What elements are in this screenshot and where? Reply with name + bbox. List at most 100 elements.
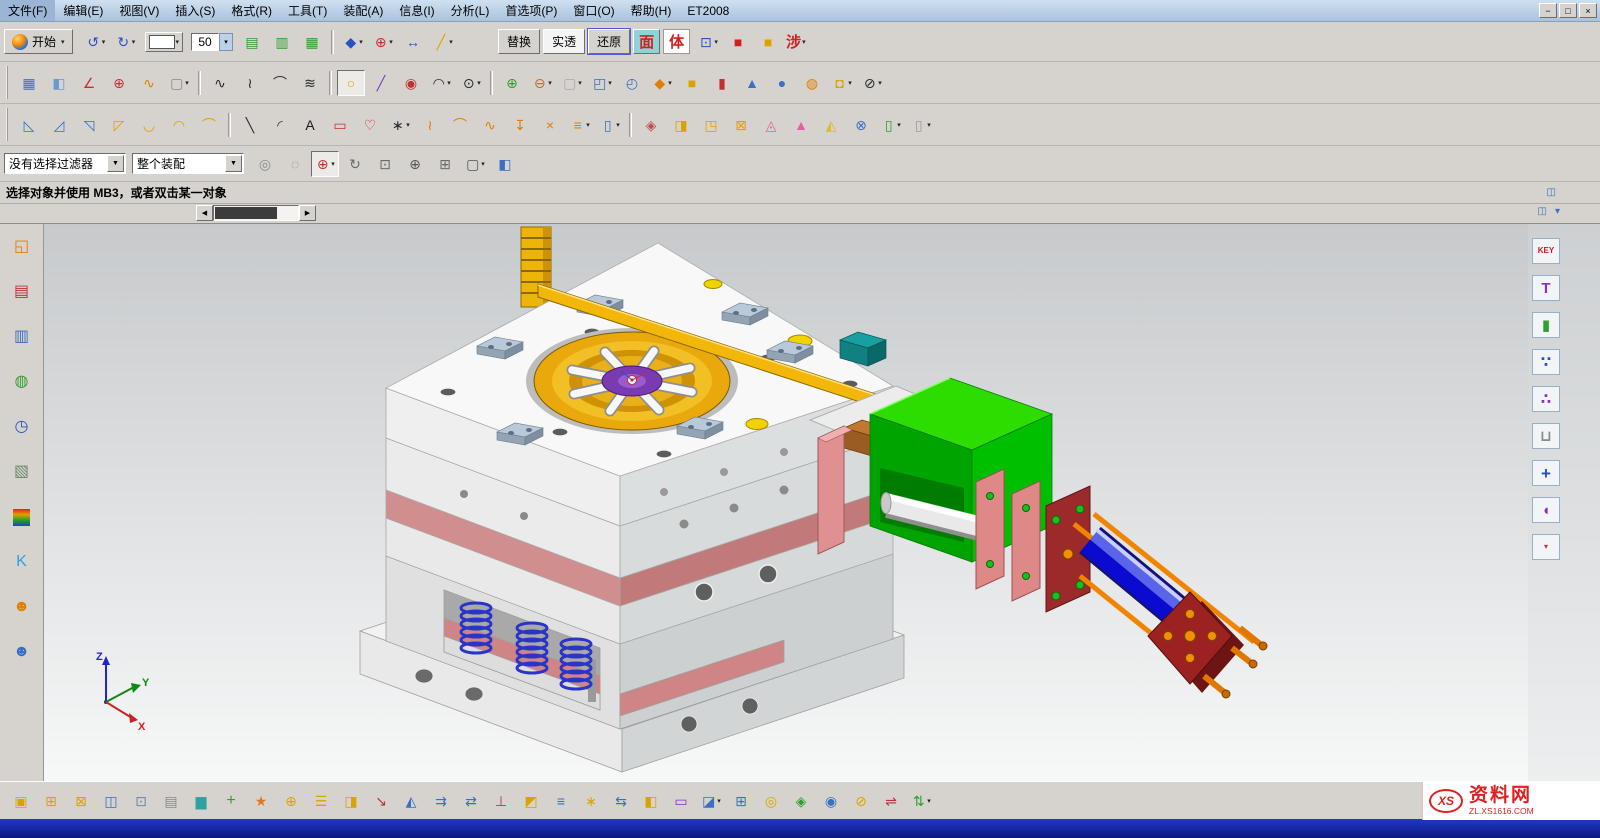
dropdown-caret[interactable]: ▾ [927, 121, 931, 129]
scroll-thumb[interactable] [215, 207, 277, 219]
palette-icon[interactable] [6, 502, 38, 532]
snap-point-icon[interactable]: ⊕▾ [311, 151, 339, 177]
no-entry-icon[interactable]: ⊘ [847, 787, 875, 815]
dropdown-caret[interactable]: ▾ [578, 79, 582, 87]
component-set-icon[interactable]: ⊠ [67, 787, 95, 815]
menu-item[interactable]: 工具(T) [280, 0, 335, 21]
datum-csys-icon[interactable]: ⊕▾ [369, 29, 397, 55]
project-curve-icon[interactable]: ↧ [506, 112, 534, 138]
tooling-icon[interactable]: T [1532, 275, 1560, 301]
dropdown-caret[interactable]: ▾ [927, 797, 931, 805]
spline-icon[interactable]: ∿ [206, 70, 234, 96]
wave-body-icon[interactable]: ◪▾ [697, 787, 725, 815]
tool-icon[interactable] [490, 71, 493, 95]
dropdown-caret[interactable]: ▾ [897, 121, 901, 129]
tile-windows-icon[interactable]: ◱ [6, 232, 38, 262]
layer-visible-icon[interactable]: ▥ [268, 29, 296, 55]
extract-body-icon[interactable]: ◨ [667, 112, 695, 138]
more-tools-icon[interactable]: ▢▾ [165, 70, 193, 96]
dropdown-caret[interactable]: ▾ [102, 38, 106, 46]
mold-wizard-icon[interactable]: ◬ [757, 112, 785, 138]
notebook-icon[interactable]: ▧ [6, 457, 38, 487]
body-button[interactable]: 体 [663, 29, 690, 54]
dropdown-caret[interactable]: ▾ [481, 160, 485, 168]
studio-spline-icon[interactable]: ♡ [356, 112, 384, 138]
dropdown-caret[interactable]: ▾ [331, 160, 335, 168]
dropdown-caret[interactable]: ▾ [802, 38, 806, 46]
datum-plane-icon[interactable]: ◧ [45, 70, 73, 96]
line-icon[interactable]: ╱ [367, 70, 395, 96]
create-assembly-icon[interactable]: ⊕ [277, 787, 305, 815]
dropdown-caret[interactable]: ▾ [185, 79, 189, 87]
replace-component-icon[interactable]: ⇄ [457, 787, 485, 815]
menu-item[interactable]: ET2008 [679, 2, 737, 20]
clone-icon[interactable]: ◧ [637, 787, 665, 815]
dropdown-caret[interactable]: ▾ [477, 79, 481, 87]
layer-stack-icon[interactable]: ▤ [238, 29, 266, 55]
point-set-icon[interactable]: ∗▾ [386, 112, 414, 138]
translucent-button[interactable]: 实透 [543, 29, 585, 54]
menu-item[interactable]: 分析(L) [443, 0, 498, 21]
sketch-icon[interactable]: ▦ [15, 70, 43, 96]
history-clock-icon[interactable]: ◷ [6, 412, 38, 442]
dropdown-arrow-icon[interactable]: ▼ [107, 155, 124, 172]
menu-item[interactable]: 信息(I) [391, 0, 442, 21]
toolbar-grip[interactable] [6, 66, 10, 99]
menu-item[interactable]: 编辑(E) [55, 0, 111, 21]
circle-point-icon[interactable]: ◉ [397, 70, 425, 96]
start-button[interactable]: 开始 ▾ [4, 29, 73, 54]
gauge-icon[interactable]: ▥ [6, 322, 38, 352]
stack-icon[interactable]: ≡ [547, 787, 575, 815]
panel-toggle-icon[interactable]: ◫ [1547, 187, 1556, 198]
arc2-icon[interactable]: ◜ [266, 112, 294, 138]
section-curve-icon[interactable]: ≡▾ [566, 112, 594, 138]
fit-view-icon[interactable]: ⊡ [371, 151, 399, 177]
purple-part-icon[interactable]: ◖ [1532, 497, 1560, 523]
sequence-icon[interactable]: ⇉ [427, 787, 455, 815]
work-layer-value[interactable]: 50 [191, 33, 219, 51]
container-icon[interactable]: ⊔ [1532, 423, 1560, 449]
menu-item[interactable]: 格式(R) [223, 0, 280, 21]
intersection-curve-icon[interactable]: × [536, 112, 564, 138]
red-cube-icon[interactable]: ■ [724, 29, 752, 55]
line2-icon[interactable]: ╲ [236, 112, 264, 138]
toolbar-grip[interactable] [6, 108, 10, 141]
revolve-icon[interactable]: ◴ [618, 70, 646, 96]
mirror-assembly-icon[interactable]: ◭ [397, 787, 425, 815]
bend-surface-icon[interactable]: ◡ [135, 112, 163, 138]
curve-tool-icon[interactable]: ∿ [135, 70, 163, 96]
medical-cross-icon[interactable]: + [1532, 460, 1560, 486]
curve-fit-icon[interactable]: ≀ [236, 70, 264, 96]
through-curves-icon[interactable]: ◿ [45, 112, 73, 138]
menu-item[interactable]: 视图(V) [111, 0, 167, 21]
replace-button[interactable]: 替换 [498, 29, 540, 54]
offset-surface-icon[interactable]: ⌒ [195, 112, 223, 138]
boolean-unite-icon[interactable]: ⊕ [498, 70, 526, 96]
tool-icon[interactable] [329, 71, 332, 95]
orange-cube-icon[interactable]: ■ [754, 29, 782, 55]
pattern-component-icon[interactable]: ☰ [307, 787, 335, 815]
key-icon[interactable]: KEY [1532, 238, 1560, 264]
open-component-icon[interactable]: ⊞ [37, 787, 65, 815]
view-orientation-icon[interactable]: ◆▾ [339, 29, 367, 55]
boolean-subtract-icon[interactable]: ⊖▾ [528, 70, 556, 96]
geometry-copy-icon[interactable]: ⊠ [727, 112, 755, 138]
add-component-icon[interactable]: + [217, 787, 245, 815]
scroll-track[interactable] [213, 205, 299, 221]
link-ring-icon[interactable]: ○ [337, 70, 365, 96]
user-icon[interactable]: ☻ [6, 637, 38, 667]
sort-icon[interactable]: ⇅▾ [907, 787, 935, 815]
hole-icon[interactable]: ◘▾ [828, 70, 856, 96]
n-sided-surface-icon[interactable]: ◸ [105, 112, 133, 138]
shaded-view-icon[interactable]: ◧ [491, 151, 519, 177]
arc-icon[interactable]: ◠▾ [427, 70, 455, 96]
cylinder-icon[interactable]: ▮ [708, 70, 736, 96]
dropdown-caret[interactable]: ▾ [176, 38, 180, 46]
tool-icon[interactable] [198, 71, 201, 95]
barrel-icon[interactable]: ▮ [1532, 312, 1560, 338]
cylinder-mount-plates[interactable] [976, 469, 1090, 612]
tool-icon[interactable] [228, 113, 231, 137]
slot-icon[interactable]: ▭ [667, 787, 695, 815]
scroll-left-button[interactable]: ◀ [196, 205, 213, 221]
swept-surface-icon[interactable]: ◹ [75, 112, 103, 138]
